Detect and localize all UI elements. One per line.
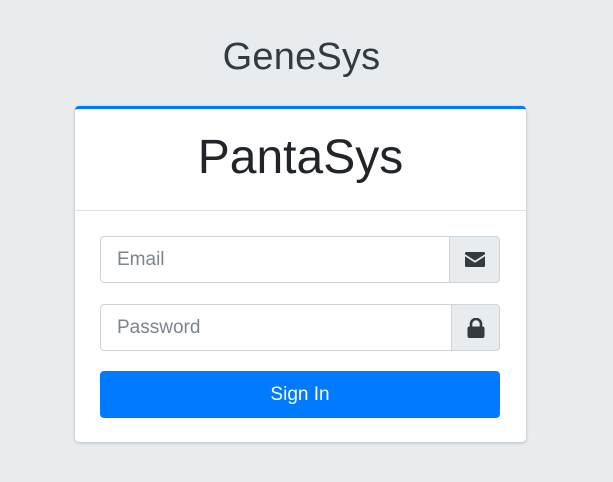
password-input[interactable] [100,304,451,351]
email-input[interactable] [100,236,449,283]
envelope-icon [464,252,485,267]
password-addon [451,304,500,351]
password-input-group [100,304,500,351]
login-card-header: PantaSys [75,109,526,211]
email-addon [449,236,500,283]
lock-icon [467,317,484,338]
login-card-title: PantaSys [197,131,404,184]
login-form: Sign In [75,211,526,418]
email-input-group [100,236,500,283]
sign-in-button[interactable]: Sign In [100,371,500,418]
login-card: PantaSys Sign In [75,106,526,442]
app-title: GeneSys [222,36,381,78]
